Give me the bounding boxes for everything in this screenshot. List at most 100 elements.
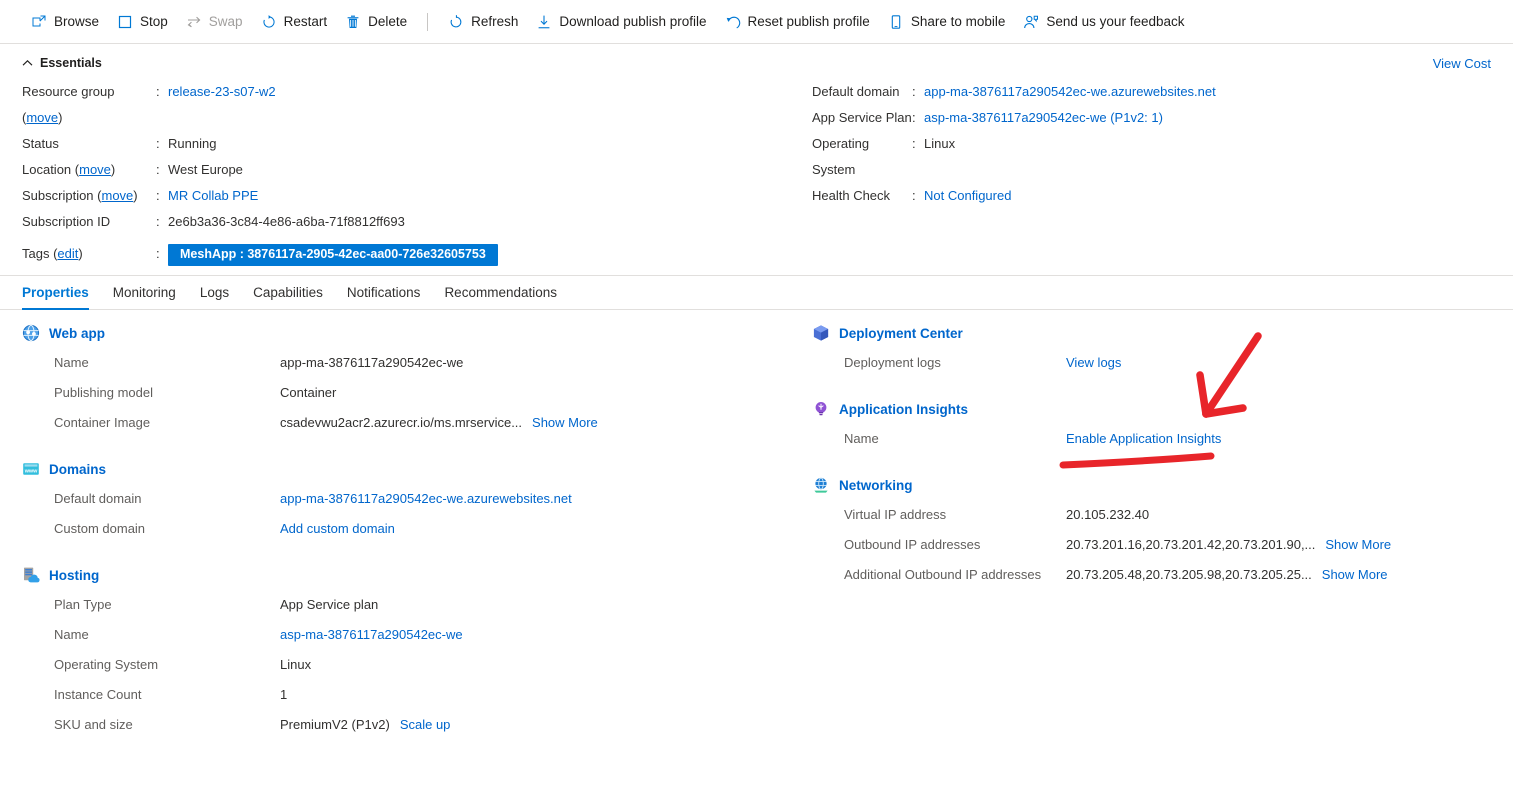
essentials-collapse-toggle[interactable]: Essentials — [22, 56, 102, 70]
essentials-label-default-domain: Default domain — [812, 79, 912, 105]
section-header-networking[interactable]: Networking — [812, 476, 913, 494]
share-to-mobile-button[interactable]: Share to mobile — [879, 10, 1015, 34]
section-web-app: Web app Name app-ma-3876117a290542ec-we … — [22, 324, 812, 438]
view-logs-link[interactable]: View logs — [1066, 348, 1121, 378]
additional-outbound-ip-show-more-link[interactable]: Show More — [1322, 560, 1388, 590]
add-custom-domain-link[interactable]: Add custom domain — [280, 514, 395, 544]
properties-left-column: Web app Name app-ma-3876117a290542ec-we … — [22, 324, 812, 762]
property-value-hosting-os: Linux — [280, 650, 311, 680]
delete-icon — [345, 14, 361, 30]
essentials-value-default-domain[interactable]: app-ma-3876117a290542ec-we.azurewebsites… — [924, 79, 1216, 105]
app-service-plan-link[interactable]: asp-ma-3876117a290542ec-we — [280, 620, 463, 650]
property-value-app-insights-name: Enable Application Insights — [1066, 424, 1221, 454]
properties-content: Web app Name app-ma-3876117a290542ec-we … — [0, 310, 1513, 762]
command-toolbar: Browse Stop Swap Restart Delete — [0, 0, 1513, 44]
section-header-domains[interactable]: www Domains — [22, 460, 106, 478]
stop-label: Stop — [140, 14, 168, 29]
essentials-label-subscription-id: Subscription ID — [22, 209, 156, 235]
essentials-row-app-service-plan: App Service Plan : asp-ma-3876117a290542… — [812, 105, 1491, 131]
essentials-value-resource-group[interactable]: release-23-s07-w2 — [168, 79, 276, 105]
download-publish-profile-button[interactable]: Download publish profile — [527, 10, 715, 34]
send-feedback-button[interactable]: Send us your feedback — [1014, 10, 1193, 34]
delete-label: Delete — [368, 14, 407, 29]
essentials-value-subscription[interactable]: MR Collab PPE — [168, 183, 258, 209]
essentials-panel: Essentials View Cost Resource group (mov… — [0, 44, 1513, 276]
view-cost-link[interactable]: View Cost — [1433, 56, 1491, 71]
tab-properties[interactable]: Properties — [22, 285, 101, 309]
essentials-label-health-check: Health Check — [812, 183, 912, 209]
tag-badge[interactable]: MeshApp : 3876117a-2905-42ec-aa00-726e32… — [168, 244, 498, 266]
section-header-web-app[interactable]: Web app — [22, 324, 105, 342]
reset-publish-profile-button[interactable]: Reset publish profile — [716, 10, 879, 34]
section-header-deployment-center[interactable]: Deployment Center — [812, 324, 963, 342]
scale-up-link[interactable]: Scale up — [400, 710, 451, 740]
tab-notifications[interactable]: Notifications — [335, 285, 433, 309]
section-header-application-insights[interactable]: Application Insights — [812, 400, 968, 418]
restart-label: Restart — [284, 14, 328, 29]
tab-capabilities[interactable]: Capabilities — [241, 285, 335, 309]
property-row-custom-domain: Custom domain Add custom domain — [22, 514, 812, 544]
swap-icon — [186, 14, 202, 30]
section-deployment-center: Deployment Center Deployment logs View l… — [812, 324, 1491, 378]
stop-button[interactable]: Stop — [108, 10, 177, 34]
browse-icon — [31, 14, 47, 30]
section-title-domains: Domains — [49, 462, 106, 477]
property-value-default-domain: app-ma-3876117a290542ec-we.azurewebsites… — [280, 484, 572, 514]
essentials-value-location: West Europe — [168, 157, 243, 183]
essentials-value-app-service-plan[interactable]: asp-ma-3876117a290542ec-we (P1v2: 1) — [924, 105, 1163, 131]
tab-recommendations[interactable]: Recommendations — [432, 285, 569, 309]
edit-tags-link[interactable]: edit — [57, 246, 78, 261]
default-domain-link[interactable]: app-ma-3876117a290542ec-we.azurewebsites… — [280, 484, 572, 514]
move-location-link[interactable]: move — [79, 162, 111, 177]
property-label-default-domain: Default domain — [22, 484, 280, 514]
essentials-label-operating-system: Operating System — [812, 131, 912, 183]
property-row-additional-outbound-ip-addresses: Additional Outbound IP addresses 20.73.2… — [812, 560, 1491, 590]
property-row-hosting-name: Name asp-ma-3876117a290542ec-we — [22, 620, 812, 650]
essentials-row-default-domain: Default domain : app-ma-3876117a290542ec… — [812, 79, 1491, 105]
colon: : — [156, 183, 168, 209]
tab-monitoring[interactable]: Monitoring — [101, 285, 188, 309]
outbound-ip-show-more-link[interactable]: Show More — [1325, 530, 1391, 560]
move-resource-group-link[interactable]: move — [26, 110, 58, 125]
property-value-instance-count: 1 — [280, 680, 287, 710]
property-label-publishing-model: Publishing model — [22, 378, 280, 408]
domains-icon: www — [22, 460, 40, 478]
section-application-insights: Application Insights Name Enable Applica… — [812, 400, 1491, 454]
send-feedback-label: Send us your feedback — [1046, 14, 1184, 29]
restart-button[interactable]: Restart — [252, 10, 337, 34]
enable-application-insights-link[interactable]: Enable Application Insights — [1066, 424, 1221, 454]
section-header-hosting[interactable]: Hosting — [22, 566, 99, 584]
essentials-value-operating-system: Linux — [924, 131, 955, 157]
essentials-columns: Resource group (move) : release-23-s07-w… — [22, 79, 1491, 267]
property-value-container-image: csadevwu2acr2.azurecr.io/ms.mrservice...… — [280, 408, 598, 438]
move-subscription-link[interactable]: move — [102, 188, 134, 203]
section-title-hosting: Hosting — [49, 568, 99, 583]
property-label-deployment-logs: Deployment logs — [812, 348, 1066, 378]
colon: : — [156, 131, 168, 157]
property-value-name: app-ma-3876117a290542ec-we — [280, 348, 463, 378]
property-label-hosting-os: Operating System — [22, 650, 280, 680]
section-title-networking: Networking — [839, 478, 913, 493]
property-row-plan-type: Plan Type App Service plan — [22, 590, 812, 620]
container-image-show-more-link[interactable]: Show More — [532, 408, 598, 438]
colon: : — [156, 209, 168, 235]
stop-icon — [117, 14, 133, 30]
colon: : — [156, 241, 168, 267]
colon: : — [912, 79, 924, 105]
property-value-virtual-ip-address: 20.105.232.40 — [1066, 500, 1149, 530]
tab-logs[interactable]: Logs — [188, 285, 241, 309]
swap-label: Swap — [209, 14, 243, 29]
chevron-up-icon — [22, 58, 33, 69]
colon: : — [912, 131, 924, 157]
property-label-virtual-ip-address: Virtual IP address — [812, 500, 1066, 530]
hosting-icon — [22, 566, 40, 584]
refresh-button[interactable]: Refresh — [439, 10, 527, 34]
essentials-label-subscription: Subscription (move) — [22, 183, 156, 209]
essentials-value-health-check[interactable]: Not Configured — [924, 183, 1011, 209]
delete-button[interactable]: Delete — [336, 10, 416, 34]
browse-button[interactable]: Browse — [22, 10, 108, 34]
property-label-additional-outbound-ip-addresses: Additional Outbound IP addresses — [812, 560, 1066, 590]
essentials-row-tags: Tags (edit) : MeshApp : 3876117a-2905-42… — [22, 241, 812, 267]
browse-label: Browse — [54, 14, 99, 29]
networking-icon — [812, 476, 830, 494]
